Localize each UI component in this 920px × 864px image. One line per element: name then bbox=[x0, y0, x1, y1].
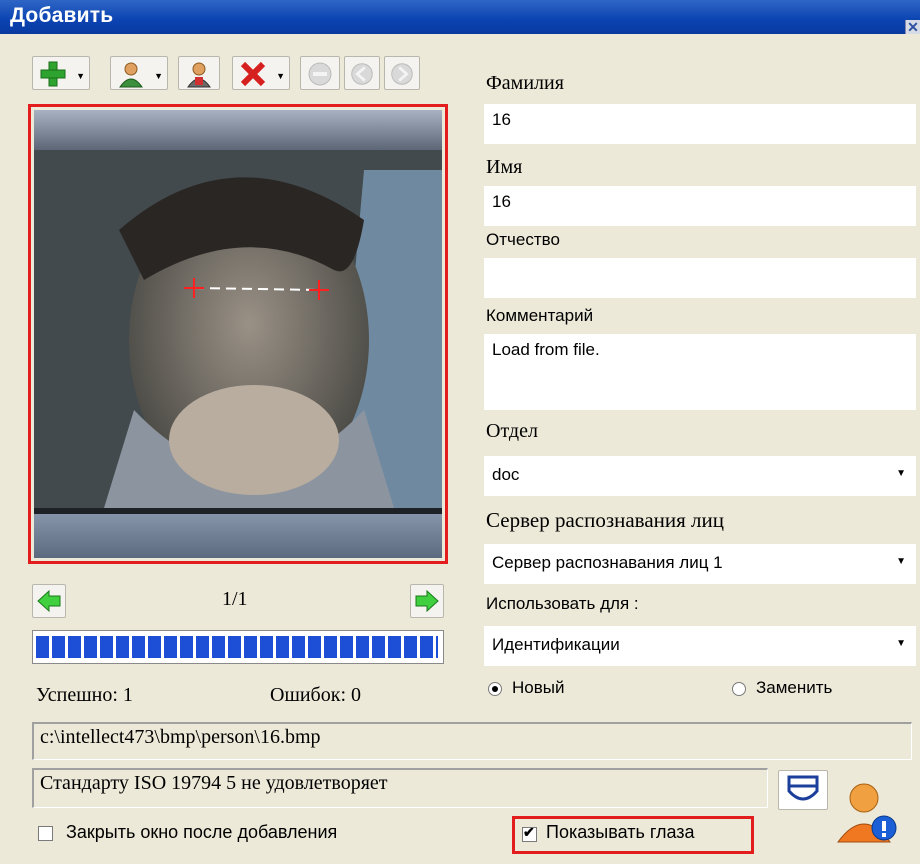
arrow-left-icon bbox=[37, 589, 61, 613]
photo-counter: 1/1 bbox=[222, 588, 248, 610]
forward-icon bbox=[391, 63, 413, 85]
chevron-down-icon: ▼ bbox=[896, 556, 906, 567]
use-for-value: Идентификации bbox=[492, 635, 620, 654]
server-select[interactable]: Сервер распознавания лиц 1 ▼ bbox=[484, 544, 916, 584]
photo-frame[interactable] bbox=[28, 104, 448, 564]
check-icon: ✔ bbox=[523, 824, 535, 840]
add-button[interactable]: ▼ bbox=[32, 56, 90, 90]
chevron-down-icon: ▼ bbox=[896, 638, 906, 649]
iso-check-button[interactable] bbox=[778, 770, 828, 810]
prev-photo-button[interactable] bbox=[32, 584, 66, 618]
face-photo bbox=[34, 110, 442, 558]
first-name-field[interactable]: 16 bbox=[484, 186, 916, 226]
last-name-label: Фамилия bbox=[486, 72, 564, 94]
add-icon bbox=[40, 61, 66, 87]
use-for-label: Использовать для : bbox=[486, 594, 639, 613]
window-title: Добавить bbox=[10, 4, 114, 27]
progress-bar bbox=[32, 630, 444, 664]
radio-new-label: Новый bbox=[512, 678, 565, 697]
chevron-down-icon: ▼ bbox=[276, 71, 285, 81]
file-path-field: c:\intellect473\bmp\person\16.bmp bbox=[32, 722, 912, 760]
patronymic-field[interactable] bbox=[484, 258, 916, 298]
forward-button[interactable] bbox=[384, 56, 420, 90]
next-photo-button[interactable] bbox=[410, 584, 444, 618]
department-select[interactable]: doc ▼ bbox=[484, 456, 916, 496]
first-name-label: Имя bbox=[486, 156, 523, 178]
department-value: doc bbox=[492, 465, 520, 484]
radio-replace[interactable] bbox=[732, 682, 746, 696]
chevron-down-icon: ▼ bbox=[896, 468, 906, 479]
user-menu-button[interactable]: ▼ bbox=[110, 56, 168, 90]
close-after-add-label: Закрыть окно после добавления bbox=[66, 822, 338, 842]
minus-button[interactable] bbox=[300, 56, 340, 90]
chevron-down-icon: ▼ bbox=[76, 71, 85, 81]
chevron-down-icon: ▼ bbox=[154, 71, 163, 81]
success-count: Успешно: 1 bbox=[36, 684, 133, 706]
user-dropdown-icon bbox=[119, 62, 143, 88]
error-count: Ошибок: 0 bbox=[270, 684, 361, 706]
progress-fill bbox=[36, 636, 438, 658]
radio-new[interactable] bbox=[488, 682, 502, 696]
iso-status-field: Стандарту ISO 19794 5 не удовлетворяет bbox=[32, 768, 768, 808]
user-warning-icon bbox=[837, 783, 897, 843]
show-eyes-checkbox[interactable]: ✔ bbox=[522, 824, 537, 842]
delete-icon bbox=[240, 61, 266, 87]
user-button[interactable] bbox=[178, 56, 220, 90]
back-button[interactable] bbox=[344, 56, 380, 90]
comment-label: Комментарий bbox=[486, 306, 594, 325]
user-icon bbox=[187, 62, 211, 88]
use-for-select[interactable]: Идентификации ▼ bbox=[484, 626, 916, 666]
arrow-right-icon bbox=[415, 589, 439, 613]
department-label: Отдел bbox=[486, 420, 538, 442]
close-button[interactable]: ✕ bbox=[905, 20, 920, 34]
title-bar: Добавить ✕ bbox=[0, 0, 920, 34]
server-value: Сервер распознавания лиц 1 bbox=[492, 553, 723, 572]
patronymic-label: Отчество bbox=[486, 230, 560, 249]
minus-icon bbox=[308, 62, 332, 86]
shield-icon bbox=[787, 775, 819, 801]
back-icon bbox=[351, 63, 373, 85]
last-name-field[interactable]: 16 bbox=[484, 104, 916, 144]
server-label: Сервер распознавания лиц bbox=[486, 508, 724, 532]
radio-replace-label: Заменить bbox=[756, 678, 833, 697]
close-after-add-checkbox[interactable] bbox=[38, 826, 53, 841]
comment-field[interactable]: Load from file. bbox=[484, 334, 916, 410]
delete-button[interactable]: ▼ bbox=[232, 56, 290, 90]
show-eyes-label: Показывать глаза bbox=[546, 822, 695, 842]
